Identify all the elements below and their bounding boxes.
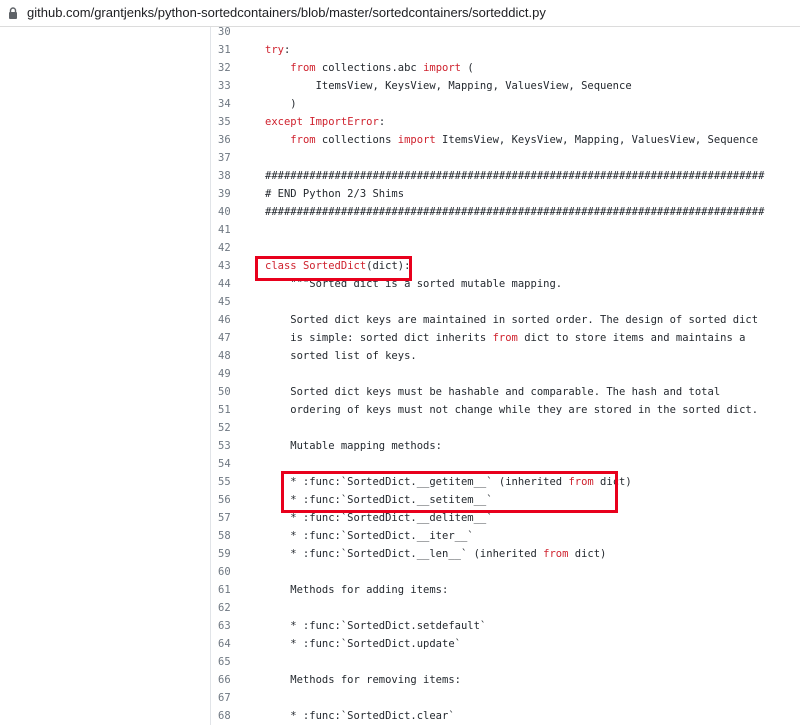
- lock-icon: [9, 7, 17, 19]
- line-code: Sorted dict keys must be hashable and co…: [265, 386, 721, 398]
- code-line: 35 except ImportError:: [0, 113, 800, 131]
- code-line: 60: [0, 563, 800, 581]
- line-number[interactable]: 55: [218, 473, 248, 491]
- line-code: Mutable mapping methods:: [265, 440, 443, 452]
- line-number[interactable]: 57: [218, 509, 248, 527]
- code-line: 68 * :func:`SortedDict.clear`: [0, 707, 800, 725]
- line-number[interactable]: 56: [218, 491, 248, 509]
- line-code: ########################################…: [265, 206, 765, 218]
- code-line: 45: [0, 293, 800, 311]
- line-number[interactable]: 66: [218, 671, 248, 689]
- code-line: 41: [0, 221, 800, 239]
- line-code: from collections import ItemsView, KeysV…: [290, 134, 759, 146]
- code-line: 47 is simple: sorted dict inherits from …: [0, 329, 800, 347]
- line-number[interactable]: 36: [218, 131, 248, 149]
- line-number[interactable]: 30: [218, 23, 248, 41]
- line-number[interactable]: 61: [218, 581, 248, 599]
- line-number[interactable]: 53: [218, 437, 248, 455]
- code-line: 38 ######################################…: [0, 167, 800, 185]
- line-number[interactable]: 38: [218, 167, 248, 185]
- line-number[interactable]: 37: [218, 149, 248, 167]
- line-code: * :func:`SortedDict.setdefault`: [265, 620, 487, 632]
- line-code: ordering of keys must not change while t…: [265, 404, 759, 416]
- line-number[interactable]: 35: [218, 113, 248, 131]
- line-number[interactable]: 54: [218, 455, 248, 473]
- line-code: ): [265, 98, 297, 110]
- code-line: 50 Sorted dict keys must be hashable and…: [0, 383, 800, 401]
- line-code: ItemsView, KeysView, Mapping, ValuesView…: [265, 80, 632, 92]
- code-line: 53 Mutable mapping methods:: [0, 437, 800, 455]
- highlight-getitem-setitem: [281, 471, 618, 513]
- line-code: Methods for removing items:: [265, 674, 461, 686]
- line-code: * :func:`SortedDict.update`: [265, 638, 461, 650]
- code-line: 39 # END Python 2/3 Shims: [0, 185, 800, 203]
- line-code: try:: [265, 44, 291, 56]
- line-number[interactable]: 39: [218, 185, 248, 203]
- line-number[interactable]: 60: [218, 563, 248, 581]
- line-number[interactable]: 46: [218, 311, 248, 329]
- code-line: 31 try:: [0, 41, 800, 59]
- line-number[interactable]: 52: [218, 419, 248, 437]
- line-code: ########################################…: [265, 170, 765, 182]
- code-line: 30: [0, 23, 800, 41]
- code-line: 52: [0, 419, 800, 437]
- code-line: 37: [0, 149, 800, 167]
- line-number[interactable]: 34: [218, 95, 248, 113]
- code-line: 32 from collections.abc import (: [0, 59, 800, 77]
- code-line: 67: [0, 689, 800, 707]
- code-line: 58 * :func:`SortedDict.__iter__`: [0, 527, 800, 545]
- code-line: 34 ): [0, 95, 800, 113]
- line-number[interactable]: 33: [218, 77, 248, 95]
- line-code: * :func:`SortedDict.__iter__`: [265, 530, 474, 542]
- highlight-class-definition: [255, 256, 412, 281]
- code-line: 66 Methods for removing items:: [0, 671, 800, 689]
- line-number[interactable]: 49: [218, 365, 248, 383]
- line-number[interactable]: 67: [218, 689, 248, 707]
- line-number[interactable]: 45: [218, 293, 248, 311]
- line-number[interactable]: 43: [218, 257, 248, 275]
- line-code: is simple: sorted dict inherits from dic…: [265, 332, 746, 344]
- line-number[interactable]: 58: [218, 527, 248, 545]
- line-number[interactable]: 31: [218, 41, 248, 59]
- code-line: 36 from collections import ItemsView, Ke…: [0, 131, 800, 149]
- url-text[interactable]: github.com/grantjenks/python-sortedconta…: [27, 5, 546, 20]
- line-number[interactable]: 42: [218, 239, 248, 257]
- line-number[interactable]: 41: [218, 221, 248, 239]
- line-number[interactable]: 44: [218, 275, 248, 293]
- line-number[interactable]: 62: [218, 599, 248, 617]
- code-line: 61 Methods for adding items:: [0, 581, 800, 599]
- line-code: except ImportError:: [265, 116, 386, 128]
- line-code: sorted list of keys.: [265, 350, 417, 362]
- line-code: Methods for adding items:: [265, 584, 449, 596]
- line-number[interactable]: 59: [218, 545, 248, 563]
- line-number[interactable]: 64: [218, 635, 248, 653]
- line-number[interactable]: 51: [218, 401, 248, 419]
- code-line: 64 * :func:`SortedDict.update`: [0, 635, 800, 653]
- line-number[interactable]: 48: [218, 347, 248, 365]
- code-line: 49: [0, 365, 800, 383]
- code-line: 59 * :func:`SortedDict.__len__` (inherit…: [0, 545, 800, 563]
- line-number[interactable]: 50: [218, 383, 248, 401]
- line-number[interactable]: 32: [218, 59, 248, 77]
- line-number[interactable]: 63: [218, 617, 248, 635]
- line-number[interactable]: 47: [218, 329, 248, 347]
- code-line: 40 ######################################…: [0, 203, 800, 221]
- line-code: Sorted dict keys are maintained in sorte…: [265, 314, 759, 326]
- line-code: * :func:`SortedDict.__len__` (inherited …: [265, 548, 607, 560]
- code-line: 33 ItemsView, KeysView, Mapping, ValuesV…: [0, 77, 800, 95]
- line-code: * :func:`SortedDict.clear`: [265, 710, 455, 722]
- line-number[interactable]: 40: [218, 203, 248, 221]
- code-line: 51 ordering of keys must not change whil…: [0, 401, 800, 419]
- line-code: from collections.abc import (: [290, 62, 474, 74]
- code-line: 42: [0, 239, 800, 257]
- code-line: 65: [0, 653, 800, 671]
- code-line: 48 sorted list of keys.: [0, 347, 800, 365]
- code-line: 62: [0, 599, 800, 617]
- line-code: # END Python 2/3 Shims: [265, 188, 405, 200]
- code-line: 63 * :func:`SortedDict.setdefault`: [0, 617, 800, 635]
- code-line: 46 Sorted dict keys are maintained in so…: [0, 311, 800, 329]
- line-number[interactable]: 68: [218, 707, 248, 725]
- line-number[interactable]: 65: [218, 653, 248, 671]
